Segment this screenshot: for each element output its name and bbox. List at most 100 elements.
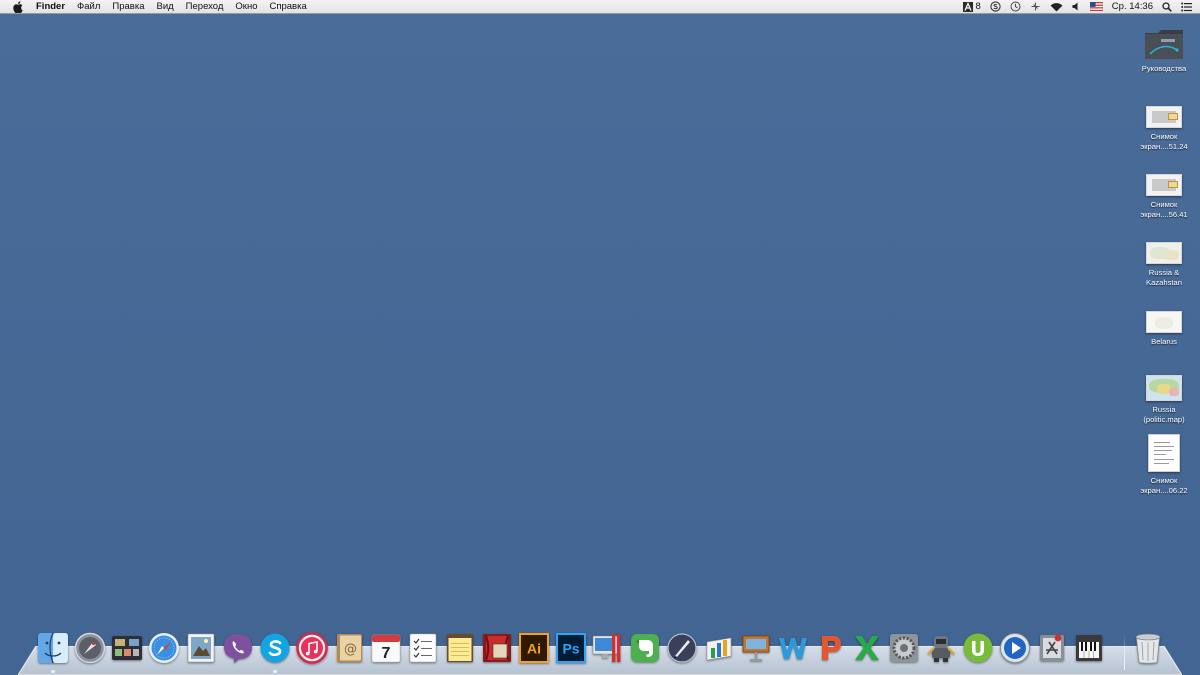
dock-item-notes[interactable] [443, 630, 477, 666]
apple-menu[interactable] [12, 0, 24, 13]
dock-item-preview[interactable] [184, 630, 218, 666]
menu-window[interactable]: Окно [235, 0, 257, 14]
dock-item-illustrator[interactable]: Ai [517, 630, 551, 666]
dock-item-reminders[interactable] [406, 630, 440, 666]
menu-bar-left: Finder Файл Правка Вид Переход Окно Спра… [0, 0, 319, 14]
bluetooth-item[interactable] [1030, 0, 1041, 14]
menu-help[interactable]: Справка [269, 0, 306, 14]
dock-item-automator[interactable] [924, 630, 958, 666]
us-flag-icon [1089, 2, 1103, 11]
folder-icon [1145, 30, 1183, 59]
desktop-item-screenshot-3[interactable]: Снимок экран....06.22 [1132, 432, 1196, 495]
desktop-item-label: Russia & Kazahstan [1146, 268, 1182, 287]
system-preferences-icon [890, 634, 918, 662]
desktop-item-label: Руководства [1141, 64, 1187, 73]
desktop-item-label: Снимок экран....56.41 [1140, 200, 1188, 219]
dock-separator [1124, 634, 1125, 670]
document-thumbnail-icon [1148, 434, 1180, 472]
dock-item-excel[interactable] [850, 630, 884, 666]
desktop-item-screenshot-2[interactable]: Снимок экран....56.41 [1132, 160, 1196, 219]
app-store-icon [1040, 634, 1064, 661]
desktop-item-russia-politic-map[interactable]: Russia (politic.map) [1132, 365, 1196, 424]
notification-center-item[interactable] [1181, 0, 1192, 14]
clock[interactable]: Ср. 14:36 [1112, 0, 1153, 14]
bluetooth-icon [1031, 2, 1040, 11]
calendar-icon: 7 [371, 634, 401, 663]
dock-item-system-preferences[interactable] [887, 630, 921, 666]
screenshot-thumbnail-icon [1146, 106, 1182, 128]
dock-item-itunes[interactable] [295, 630, 329, 666]
map-thumbnail-icon [1146, 242, 1182, 264]
dock-item-keynote[interactable] [739, 630, 773, 666]
wifi-icon [1050, 2, 1063, 11]
keynote-icon [742, 635, 770, 661]
contacts-icon: @ [337, 634, 362, 662]
menu-bar-status: 8 Ср. 14:36 [954, 0, 1200, 14]
running-indicator [273, 670, 277, 673]
evernote-icon [631, 634, 659, 662]
desktop-item-screenshot-1[interactable]: Снимок экран....51.24 [1132, 92, 1196, 151]
dock-item-quill[interactable] [665, 630, 699, 666]
photoshop-label: Ps [562, 641, 579, 657]
spotlight-item[interactable] [1162, 0, 1172, 14]
desktop-item-guides[interactable]: Руководства [1132, 24, 1196, 74]
desktop-item-label: Снимок экран....51.24 [1140, 132, 1188, 151]
dock-item-safari[interactable] [147, 630, 181, 666]
dock-item-photoshop[interactable]: Ps [554, 630, 588, 666]
dock-item-evernote[interactable] [628, 630, 662, 666]
desktop-item-russia-kazakhstan[interactable]: Russia & Kazahstan [1132, 228, 1196, 287]
viber-icon [224, 634, 252, 663]
dock-item-viber[interactable] [221, 630, 255, 666]
notes-icon [447, 634, 473, 662]
reminders-icon [409, 633, 437, 663]
skype-icon [260, 633, 290, 663]
dock-item-mission-control[interactable] [110, 630, 144, 666]
garageband-icon [1076, 635, 1102, 661]
dock-item-calendar[interactable]: 7 [369, 630, 403, 666]
menu-view[interactable]: Вид [156, 0, 173, 14]
skype-status-icon [990, 1, 1001, 12]
map-thumbnail-icon [1146, 375, 1182, 401]
menu-file[interactable]: Файл [77, 0, 100, 14]
dock-item-quicktime[interactable] [998, 630, 1032, 666]
menu-go[interactable]: Переход [186, 0, 224, 14]
dock-item-word[interactable] [776, 630, 810, 666]
dock-item-powerpoint[interactable] [813, 630, 847, 666]
wifi-item[interactable] [1050, 0, 1063, 14]
svg-text:@: @ [344, 642, 357, 657]
illustrator-label: Ai [527, 641, 541, 657]
dock-item-contacts[interactable]: @ [332, 630, 366, 666]
dock-item-app-store[interactable] [1035, 630, 1069, 666]
running-indicator [51, 670, 55, 673]
desktop-item-label: Снимок экран....06.22 [1140, 476, 1188, 495]
dock-item-finder[interactable] [36, 630, 70, 673]
dock-item-numbers[interactable] [702, 630, 736, 666]
menu-bar: Finder Файл Правка Вид Переход Окно Спра… [0, 0, 1200, 14]
dock-item-utorrent[interactable] [961, 630, 995, 666]
dock-item-parallels[interactable] [591, 630, 625, 666]
input-source-item[interactable] [1089, 0, 1103, 14]
dock-item-trash[interactable] [1131, 630, 1165, 666]
trash-icon [1135, 633, 1161, 664]
time-machine-icon [1010, 1, 1021, 12]
menu-edit[interactable]: Правка [112, 0, 144, 14]
dock: @ 7 Ai Ps [36, 630, 1168, 673]
finder-icon [38, 632, 68, 664]
preview-icon [187, 633, 215, 663]
screenshot-thumbnail-icon [1146, 174, 1182, 196]
dock-item-launchpad[interactable] [73, 630, 107, 666]
dock-item-skype[interactable] [258, 630, 292, 673]
illustrator-icon: Ai [519, 633, 549, 663]
quicktime-icon [1000, 633, 1030, 663]
skype-status-item[interactable] [990, 0, 1001, 14]
dock-item-photo-booth[interactable] [480, 630, 514, 666]
dock-item-garageband[interactable] [1072, 630, 1106, 666]
adobe-status-item[interactable]: 8 [962, 0, 981, 14]
word-icon [779, 638, 807, 659]
time-machine-item[interactable] [1010, 0, 1021, 14]
mission-control-icon [112, 636, 142, 660]
desktop-item-belarus[interactable]: Belarus [1132, 297, 1196, 347]
menu-app-finder[interactable]: Finder [36, 0, 65, 14]
volume-item[interactable] [1072, 0, 1081, 14]
quill-icon [667, 633, 697, 663]
